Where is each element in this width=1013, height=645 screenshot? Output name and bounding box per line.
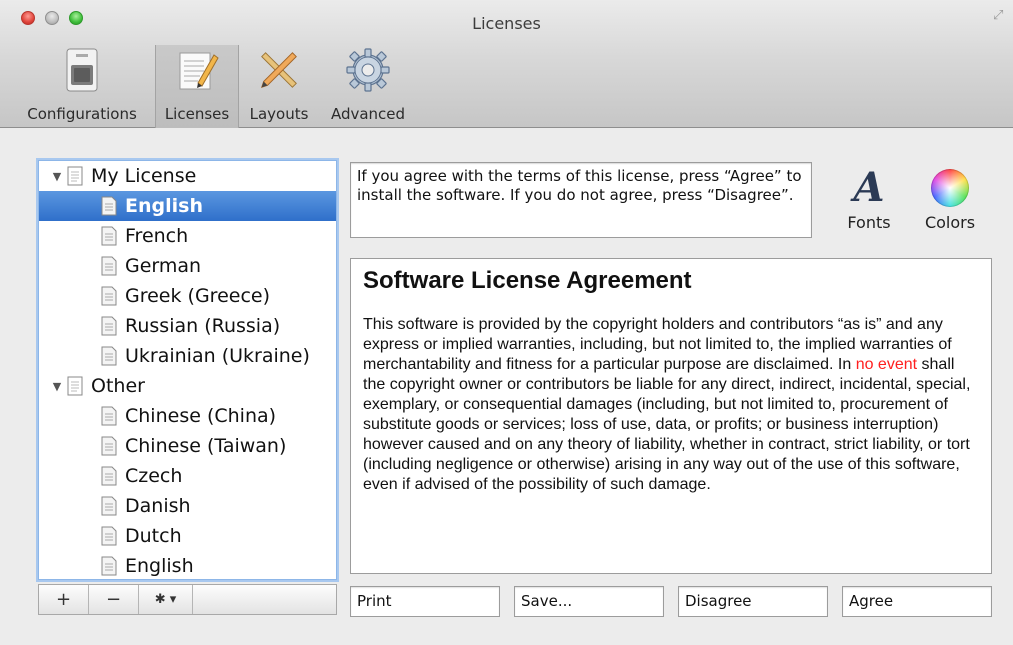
outline-group-my-license[interactable]: ▼ My License bbox=[39, 161, 336, 191]
toolbar-label-licenses: Licenses bbox=[164, 105, 230, 123]
license-outline[interactable]: ▼ My License English French German Greek… bbox=[38, 160, 337, 580]
outline-item-russian[interactable]: Russian (Russia) bbox=[39, 311, 336, 341]
license-title: Software License Agreement bbox=[363, 267, 692, 294]
fonts-button[interactable]: A Fonts bbox=[843, 163, 895, 238]
document-icon bbox=[101, 406, 117, 426]
action-menu-button[interactable]: ✱ ▾ bbox=[139, 585, 193, 614]
disclosure-triangle-icon[interactable]: ▼ bbox=[49, 380, 65, 393]
fullscreen-icon[interactable]: ⤢ bbox=[993, 8, 1009, 24]
license-text-editor[interactable]: Software License Agreement This software… bbox=[350, 258, 992, 574]
license-description-field[interactable]: If you agree with the terms of this lice… bbox=[350, 162, 812, 238]
outline-item-danish[interactable]: Danish bbox=[39, 491, 336, 521]
disclosure-triangle-icon[interactable]: ▼ bbox=[49, 170, 65, 183]
window-title: Licenses bbox=[472, 14, 541, 33]
toolbar-label-advanced: Advanced bbox=[330, 105, 406, 123]
outline-item-chinese-taiwan[interactable]: Chinese (Taiwan) bbox=[39, 431, 336, 461]
license-body-end: shall the copyright owner or contributor… bbox=[363, 356, 971, 493]
toolbar-label-configurations: Configurations bbox=[27, 105, 137, 123]
outline-group-other[interactable]: ▼ Other bbox=[39, 371, 336, 401]
outline-item-french[interactable]: French bbox=[39, 221, 336, 251]
title-bar: Licenses ⤢ Configurations Licenses Layou… bbox=[0, 0, 1013, 128]
toolbar-configurations[interactable]: Configurations bbox=[18, 45, 146, 128]
toolbar-label-layouts: Layouts bbox=[249, 105, 309, 123]
outline-item-english[interactable]: English bbox=[39, 191, 336, 221]
outline-item-label: Czech bbox=[125, 465, 183, 487]
outline-item-label: Danish bbox=[125, 495, 191, 517]
outline-item-label: French bbox=[125, 225, 189, 247]
document-icon bbox=[101, 496, 117, 516]
fonts-label: Fonts bbox=[847, 213, 891, 232]
outline-item-dutch[interactable]: Dutch bbox=[39, 521, 336, 551]
outline-item-label: Chinese (China) bbox=[125, 405, 277, 427]
colors-button[interactable]: Colors bbox=[920, 163, 980, 238]
toolbar-advanced[interactable]: Advanced bbox=[320, 45, 416, 128]
document-icon bbox=[101, 526, 117, 546]
outline-item-label: Ukrainian (Ukraine) bbox=[125, 345, 310, 367]
document-icon bbox=[101, 226, 117, 246]
fonts-icon: A bbox=[853, 164, 885, 211]
document-icon bbox=[67, 166, 83, 186]
outline-item-czech[interactable]: Czech bbox=[39, 461, 336, 491]
licenses-icon bbox=[174, 45, 220, 95]
outline-item-label: English bbox=[125, 555, 194, 577]
outline-item-label: Dutch bbox=[125, 525, 182, 547]
document-icon bbox=[101, 256, 117, 276]
print-button-label-field[interactable]: Print bbox=[350, 586, 500, 617]
remove-button[interactable]: − bbox=[89, 585, 139, 614]
outline-item-chinese-china[interactable]: Chinese (China) bbox=[39, 401, 336, 431]
document-icon bbox=[101, 466, 117, 486]
toolbar-layouts[interactable]: Layouts bbox=[246, 45, 312, 128]
save-button-label-field[interactable]: Save... bbox=[514, 586, 664, 617]
layouts-icon bbox=[256, 45, 302, 95]
outline-group-label: My License bbox=[91, 165, 197, 187]
outline-item-label: German bbox=[125, 255, 202, 277]
disagree-button-label-field[interactable]: Disagree bbox=[678, 586, 828, 617]
add-button[interactable]: + bbox=[39, 585, 89, 614]
configurations-icon bbox=[59, 45, 105, 95]
outline-group-label: Other bbox=[91, 375, 145, 397]
document-icon bbox=[101, 436, 117, 456]
document-icon bbox=[101, 346, 117, 366]
outline-item-label: English bbox=[125, 195, 203, 217]
outline-item-greek[interactable]: Greek (Greece) bbox=[39, 281, 336, 311]
gear-icon bbox=[345, 45, 391, 95]
document-icon bbox=[101, 196, 117, 216]
color-wheel-icon bbox=[931, 169, 969, 207]
outline-item-english-other[interactable]: English bbox=[39, 551, 336, 579]
license-body-highlight: no event bbox=[855, 356, 918, 373]
license-body: This software is provided by the copyrig… bbox=[363, 315, 979, 495]
outline-item-label: Greek (Greece) bbox=[125, 285, 270, 307]
document-icon bbox=[67, 376, 83, 396]
colors-label: Colors bbox=[924, 213, 976, 232]
outline-item-label: Chinese (Taiwan) bbox=[125, 435, 287, 457]
outline-item-label: Russian (Russia) bbox=[125, 315, 281, 337]
document-icon bbox=[101, 286, 117, 306]
outline-button-bar: + − ✱ ▾ bbox=[38, 584, 337, 615]
outline-item-ukrainian[interactable]: Ukrainian (Ukraine) bbox=[39, 341, 336, 371]
agree-button-label-field[interactable]: Agree bbox=[842, 586, 992, 617]
document-icon bbox=[101, 316, 117, 336]
toolbar-licenses[interactable]: Licenses bbox=[155, 45, 239, 128]
document-icon bbox=[101, 556, 117, 576]
outline-item-german[interactable]: German bbox=[39, 251, 336, 281]
